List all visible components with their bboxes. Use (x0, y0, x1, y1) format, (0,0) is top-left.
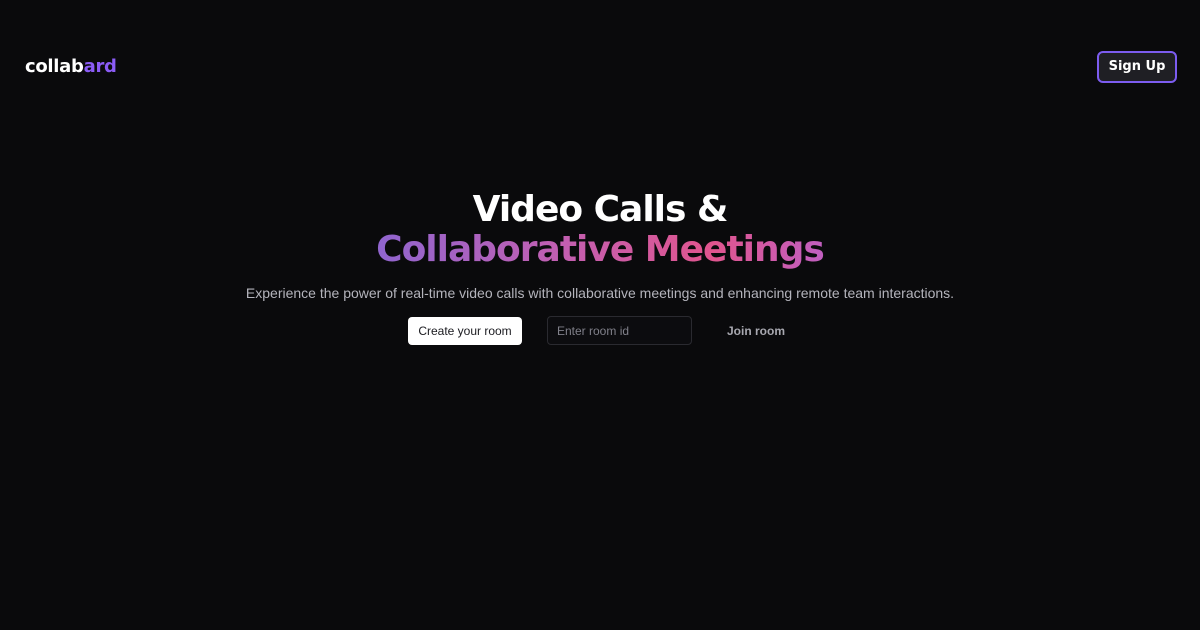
hero-subtitle: Experience the power of real-time video … (245, 285, 955, 301)
hero-title-line1: Video Calls & (472, 189, 729, 230)
join-room-button[interactable]: Join room (717, 317, 795, 345)
hero-section: Video Calls & Collaborative Meetings (0, 190, 1200, 270)
logo-text-primary: collab (25, 56, 84, 77)
top-navigation-bar: collabard Sign Up (0, 0, 1200, 134)
hero-title: Video Calls & Collaborative Meetings (0, 190, 1200, 270)
room-actions: Create your room Join room (0, 316, 1200, 346)
logo-text-accent: ard (83, 56, 117, 77)
create-room-button[interactable]: Create your room (408, 317, 522, 345)
room-id-input[interactable] (547, 316, 692, 345)
sign-up-button[interactable]: Sign Up (1097, 51, 1177, 83)
logo[interactable]: collabard (25, 54, 117, 80)
hero-title-line2-gradient: Collaborative Meetings (376, 229, 825, 270)
